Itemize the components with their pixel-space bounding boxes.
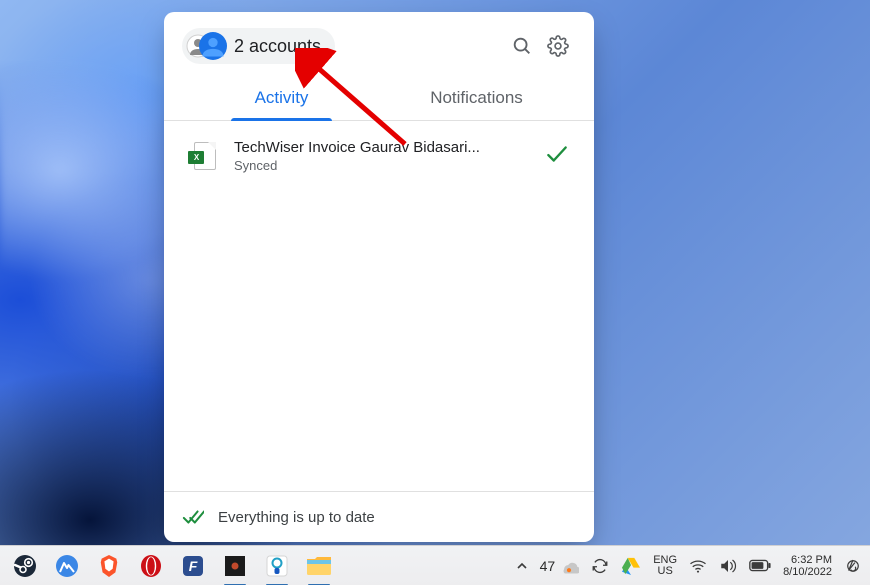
avatar-stack [186, 31, 224, 61]
svg-text:F: F [189, 558, 198, 574]
synced-check-icon [544, 141, 570, 172]
file-name: TechWiser Invoice Gaurav Bidasari... [234, 139, 544, 156]
accounts-label: 2 accounts [234, 36, 321, 57]
search-icon [511, 35, 533, 57]
taskbar-app-opera[interactable] [130, 546, 172, 585]
volume-tray[interactable] [713, 546, 743, 585]
steam-icon [13, 554, 37, 578]
region-label: US [658, 566, 673, 577]
taskbar-left: F [0, 546, 340, 585]
taskbar-app-fdm[interactable]: F [172, 546, 214, 585]
taskbar-app-explorer[interactable] [298, 546, 340, 585]
tab-activity[interactable]: Activity [184, 74, 379, 120]
fdm-icon: F [181, 554, 205, 578]
dark-square-icon [223, 554, 247, 578]
popup-tabs: Activity Notifications [164, 74, 594, 121]
tab-notifications[interactable]: Notifications [379, 74, 574, 120]
double-check-icon [182, 506, 204, 528]
speaker-icon [719, 558, 737, 574]
time-label: 6:32 PM [791, 554, 832, 566]
taskbar-app-unknown-white[interactable] [256, 546, 298, 585]
drive-icon [621, 557, 641, 575]
google-drive-tray-icon[interactable] [615, 546, 647, 585]
sync-icon [591, 557, 609, 575]
wifi-icon [689, 559, 707, 573]
taskbar-right: 47 ENG US 6:32 PM [510, 546, 870, 585]
white-app-icon [265, 554, 289, 578]
battery-icon [749, 559, 771, 572]
search-button[interactable] [504, 28, 540, 64]
taskbar-app-unknown-dark[interactable] [214, 546, 256, 585]
language-tray[interactable]: ENG US [647, 555, 683, 577]
temperature-label: 47 [540, 558, 556, 574]
weather-tray[interactable]: 47 [534, 546, 586, 585]
weather-icon [559, 558, 579, 574]
settings-button[interactable] [540, 28, 576, 64]
language-label: ENG [653, 555, 677, 566]
accounts-selector[interactable]: 2 accounts [182, 28, 335, 64]
sync-tray-icon[interactable] [585, 546, 615, 585]
nordvpn-icon [55, 554, 79, 578]
action-center-tray[interactable] [838, 546, 868, 585]
wifi-tray[interactable] [683, 546, 713, 585]
overflow-tray-button[interactable] [510, 546, 534, 585]
taskbar-app-brave[interactable] [88, 546, 130, 585]
excel-icon: X [188, 142, 216, 170]
file-explorer-icon [306, 555, 332, 577]
opera-icon [139, 554, 163, 578]
taskbar-app-nordvpn[interactable] [46, 546, 88, 585]
battery-tray[interactable] [743, 546, 777, 585]
footer-status-label: Everything is up to date [218, 509, 375, 526]
file-meta: TechWiser Invoice Gaurav Bidasari... Syn… [234, 139, 544, 173]
brave-icon [98, 554, 120, 578]
google-drive-popup: 2 accounts Activity Notifications X Tech… [164, 12, 594, 542]
chevron-up-icon [516, 560, 528, 572]
taskbar: F 47 ENG US [0, 545, 870, 585]
popup-header: 2 accounts [164, 12, 594, 74]
clock-tray[interactable]: 6:32 PM 8/10/2022 [777, 554, 838, 578]
taskbar-app-steam[interactable] [4, 546, 46, 585]
file-row[interactable]: X TechWiser Invoice Gaurav Bidasari... S… [168, 135, 590, 177]
popup-body: X TechWiser Invoice Gaurav Bidasari... S… [164, 121, 594, 491]
focus-assist-icon [844, 557, 862, 575]
file-status: Synced [234, 158, 544, 173]
popup-footer: Everything is up to date [164, 491, 594, 542]
gear-icon [547, 35, 569, 57]
date-label: 8/10/2022 [783, 566, 832, 578]
